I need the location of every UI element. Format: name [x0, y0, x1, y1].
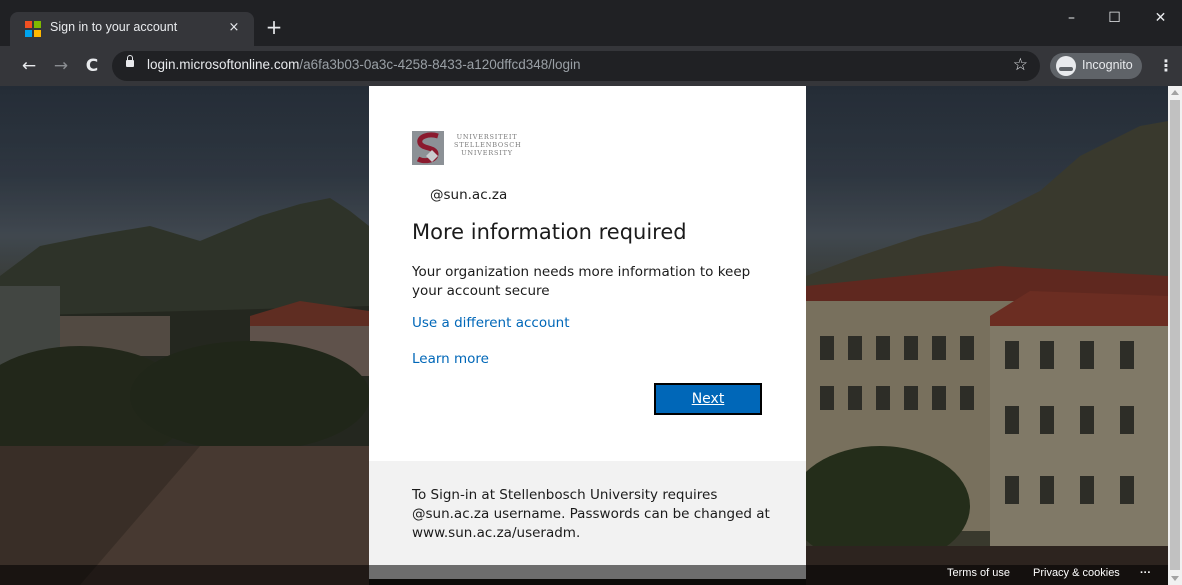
page-scrollbar[interactable] [1168, 86, 1182, 585]
new-tab-button[interactable]: + [262, 16, 286, 40]
window-close-button[interactable]: ✕ [1138, 0, 1182, 36]
next-button[interactable]: Next [654, 383, 762, 415]
url-host: login.microsoftonline.com [147, 57, 300, 72]
maximize-button[interactable]: ☐ [1092, 0, 1137, 36]
tab-strip: Sign in to your account × + – ☐ ✕ [0, 0, 1182, 46]
logo-line-3: UNIVERSITY [461, 149, 513, 157]
scrollbar-thumb[interactable] [1170, 100, 1180, 570]
url-path: /a6fa3b03-0a3c-4258-8433-a120dffcd348/lo… [299, 57, 581, 72]
scroll-down-icon[interactable] [1171, 576, 1179, 581]
forward-icon[interactable]: → [49, 54, 73, 78]
footer-bar: Terms of use Privacy & cookies ··· [0, 565, 1168, 585]
university-logo: UNIVERSITEIT STELLENBOSCH UNIVERSITY [412, 131, 542, 165]
browser-tab[interactable]: Sign in to your account × [10, 12, 254, 46]
user-identity: @sun.ac.za [430, 187, 508, 203]
reload-icon[interactable]: C [80, 54, 104, 78]
page-title: More information required [412, 220, 687, 244]
url-text: login.microsoftonline.com/a6fa3b03-0a3c-… [147, 57, 581, 72]
address-bar[interactable]: login.microsoftonline.com/a6fa3b03-0a3c-… [112, 51, 1040, 81]
description-text: Your organization needs more information… [412, 264, 751, 299]
signin-card: UNIVERSITEIT STELLENBOSCH UNIVERSITY @su… [369, 86, 806, 461]
bookmark-star-icon[interactable]: ☆ [1013, 55, 1028, 75]
use-different-account-link[interactable]: Use a different account [412, 315, 570, 331]
incognito-icon [1056, 56, 1076, 76]
scroll-up-icon[interactable] [1171, 90, 1179, 95]
learn-more-link[interactable]: Learn more [412, 351, 489, 367]
incognito-indicator[interactable]: Incognito [1050, 53, 1142, 79]
tenant-note-panel: To Sign-in at Stellenbosch University re… [369, 461, 806, 579]
terms-of-use-link[interactable]: Terms of use [947, 567, 1010, 579]
more-options-icon[interactable]: ··· [1140, 567, 1151, 579]
privacy-cookies-link[interactable]: Privacy & cookies [1033, 567, 1120, 579]
browser-toolbar: ← → C login.microsoftonline.com/a6fa3b03… [0, 46, 1182, 86]
logo-line-1: UNIVERSITEIT [456, 133, 518, 141]
tenant-note-text: To Sign-in at Stellenbosch University re… [412, 487, 770, 541]
tab-title: Sign in to your account [50, 20, 178, 34]
logo-line-2: STELLENBOSCH [454, 141, 522, 149]
browser-menu-icon[interactable]: ⋮ [1158, 54, 1174, 78]
incognito-label: Incognito [1082, 58, 1133, 72]
tab-close-icon[interactable]: × [224, 18, 244, 38]
lock-icon [126, 55, 134, 67]
back-icon[interactable]: ← [17, 54, 41, 78]
minimize-button[interactable]: – [1049, 0, 1094, 36]
microsoft-logo-icon [25, 21, 41, 37]
signin-page: UNIVERSITEIT STELLENBOSCH UNIVERSITY @su… [0, 86, 1168, 585]
